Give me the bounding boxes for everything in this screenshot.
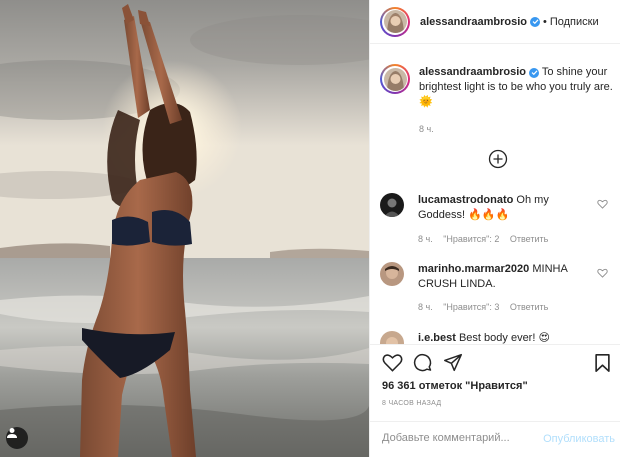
comment-text: Best body ever! 😍 — [458, 332, 550, 344]
add-comment-bar: Опубликовать — [370, 421, 620, 457]
likes-count[interactable]: 96 361 отметок "Нравится" — [382, 380, 528, 392]
comment-reply-button[interactable]: Ответить — [510, 302, 548, 312]
following-button[interactable]: Подписки — [550, 16, 599, 28]
post-header: alessandraambrosio • Подписки — [370, 0, 620, 44]
heart-icon[interactable] — [382, 353, 403, 372]
comment-meta: 8 ч. "Нравится": 3 Ответить — [418, 302, 556, 312]
load-more-comments-button[interactable] — [488, 149, 508, 172]
commenter-avatar[interactable] — [380, 262, 404, 286]
caption-author-avatar[interactable] — [380, 64, 410, 94]
user-tag-button[interactable] — [6, 427, 28, 449]
comment-reply-button[interactable]: Ответить — [510, 234, 548, 244]
share-icon[interactable] — [443, 353, 463, 372]
commenter-avatar[interactable] — [380, 331, 404, 344]
comment-likes-count[interactable]: "Нравится": 3 — [443, 302, 499, 312]
comment-likes-count[interactable]: "Нравится": 2 — [443, 234, 499, 244]
comment-meta: 8 ч. "Нравится": 2 Ответить — [418, 234, 556, 244]
post-side-panel: alessandraambrosio • Подписки alessandra… — [369, 0, 620, 457]
comment-time[interactable]: 8 ч. — [418, 234, 433, 244]
comment-icon[interactable] — [413, 353, 433, 373]
heart-icon — [597, 199, 608, 209]
commenter-avatar[interactable] — [380, 193, 404, 217]
caption-username-link[interactable]: alessandraambrosio — [419, 66, 526, 78]
author-avatar[interactable] — [380, 6, 410, 37]
comment-item: lucamastrodonato Oh my Goddess! 🔥🔥🔥 — [380, 193, 616, 223]
author-username-link[interactable]: alessandraambrosio — [420, 16, 527, 28]
post-photo[interactable] — [0, 0, 369, 457]
post-actions: 96 361 отметок "Нравится" 8 ЧАСОВ НАЗАД … — [370, 344, 620, 457]
beach-photo — [0, 0, 369, 457]
caption-text-block: alessandraambrosio To shine your brighte… — [419, 64, 616, 110]
post-timestamp[interactable]: 8 ЧАСОВ НАЗАД — [382, 400, 441, 407]
commenter-username-link[interactable]: marinho.marmar2020 — [418, 263, 529, 275]
verified-badge-icon — [530, 16, 540, 27]
plus-circle-icon — [488, 149, 508, 169]
comment-like-button[interactable] — [597, 268, 608, 281]
action-icons — [382, 353, 463, 373]
user-icon — [7, 428, 17, 438]
save-button[interactable] — [594, 353, 611, 376]
comment-input[interactable] — [382, 432, 532, 444]
commenter-username-link[interactable]: i.e.best — [418, 332, 456, 344]
comment-item: marinho.marmar2020 MINHA CRUSH LINDA. — [380, 262, 616, 292]
verified-badge-icon — [529, 67, 539, 78]
post-caption: alessandraambrosio To shine your brighte… — [380, 64, 616, 134]
comment-item: i.e.best Best body ever! 😍 — [380, 331, 616, 344]
commenter-username-link[interactable]: lucamastrodonato — [418, 194, 513, 206]
comment-text-block: i.e.best Best body ever! 😍 — [418, 331, 598, 344]
bookmark-icon — [595, 354, 610, 372]
instagram-post: alessandraambrosio • Подписки alessandra… — [0, 0, 620, 457]
comment-text-block: marinho.marmar2020 MINHA CRUSH LINDA. — [418, 262, 598, 292]
heart-icon — [597, 268, 608, 278]
comment-text-block: lucamastrodonato Oh my Goddess! 🔥🔥🔥 — [418, 193, 598, 223]
publish-button[interactable]: Опубликовать — [543, 433, 615, 445]
caption-time[interactable]: 8 ч. — [419, 124, 616, 134]
comment-time[interactable]: 8 ч. — [418, 302, 433, 312]
comment-like-button[interactable] — [597, 199, 608, 212]
separator-dot: • — [543, 15, 547, 28]
